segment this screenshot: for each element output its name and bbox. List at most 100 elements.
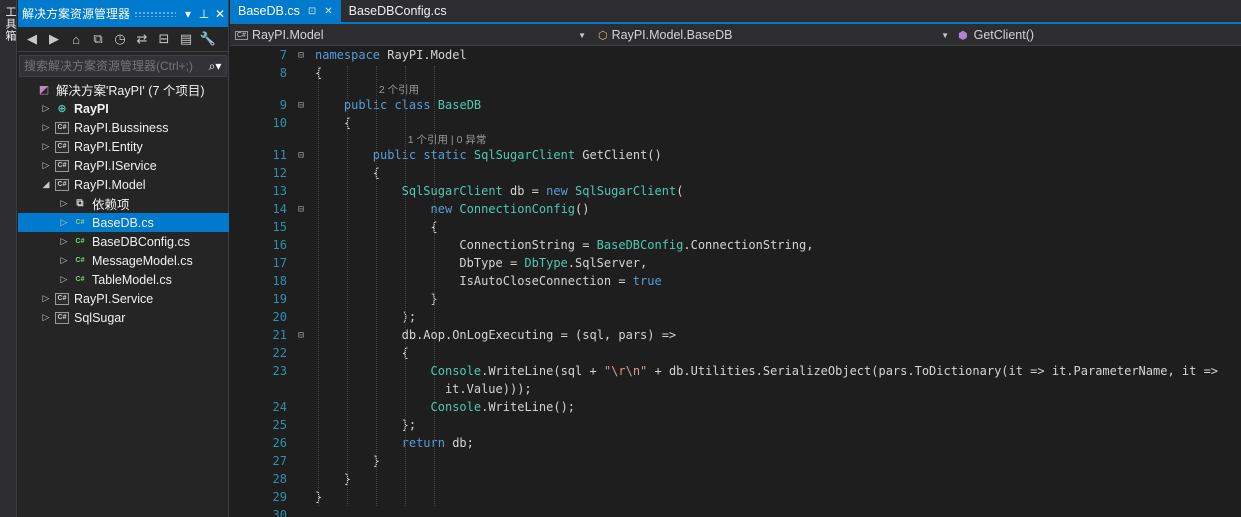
tab-label: BaseDBConfig.cs (348, 4, 447, 18)
line-number: 15 (272, 220, 287, 234)
code-line: 7 ⊟ namespace RayPI.Model (230, 46, 1241, 64)
show-all-files-icon[interactable]: ▤ (176, 31, 196, 47)
code-area[interactable]: 7 ⊟ namespace RayPI.Model 8{2 个引用 9 ⊟ public c… (230, 46, 1241, 517)
solution-search-box[interactable]: ⌕▾ (19, 55, 227, 77)
fold-toggle-icon[interactable]: ⊟ (287, 204, 315, 215)
expand-arrow-icon[interactable]: ▷ (40, 103, 52, 114)
dependencies-icon: ⧉ (76, 198, 84, 209)
csfile-icon: C# (75, 276, 85, 283)
tree-item-label: RayPI (74, 101, 109, 116)
fold-toggle-icon[interactable]: ⊟ (287, 50, 315, 61)
tree-item[interactable]: ◢ C# RayPI.Model (18, 175, 229, 194)
code-line: 14 ⊟ new ConnectionConfig() (230, 200, 1241, 218)
expand-arrow-icon[interactable]: ▷ (58, 255, 70, 266)
fold-toggle-icon[interactable]: ⊟ (287, 150, 315, 161)
type-dropdown[interactable]: ⬡ RayPI.Model.BaseDB ▼ (598, 26, 953, 45)
codelens-references[interactable]: 2 个引用 (379, 82, 419, 97)
solution-explorer-titlebar: 解决方案资源管理器 ▾ ⊥ ✕ (18, 0, 228, 27)
pin-icon[interactable]: ⊥ (196, 7, 212, 21)
tree-item[interactable]: ▷ C# MessageModel.cs (18, 251, 229, 270)
window-position-dropdown-icon[interactable]: ▾ (180, 7, 196, 21)
pin-icon[interactable]: ⊡ (308, 6, 316, 17)
line-number: 24 (272, 400, 287, 414)
code-line: 13 SqlSugarClient db = new SqlSugarClient… (230, 182, 1241, 200)
member-dropdown[interactable]: ⬢ GetClient() (958, 26, 1238, 45)
line-number: 25 (272, 418, 287, 432)
close-icon[interactable]: ✕ (212, 7, 228, 21)
tab-basedb[interactable]: BaseDB.cs ⊡ ✕ (230, 0, 341, 22)
tree-item[interactable]: ▷ C# BaseDBConfig.cs (18, 232, 229, 251)
tree-item[interactable]: ▷ C# RayPI.Entity (18, 137, 229, 156)
csproj-icon: C# (55, 311, 69, 324)
code-line: 30 (230, 506, 1241, 517)
indent-guide (404, 66, 406, 506)
history-icon[interactable]: ◷ (110, 31, 130, 47)
indent-guide (318, 66, 319, 506)
tree-item[interactable]: ▷ C# RayPI.IService (18, 156, 229, 175)
codelens-references[interactable]: 1 个引用 | 0 异常 (408, 132, 487, 147)
expand-arrow-icon[interactable]: ▷ (40, 160, 52, 171)
fold-toggle-icon[interactable]: ⊟ (287, 100, 315, 111)
expand-arrow-icon[interactable]: ▷ (40, 141, 52, 152)
class-icon: ⬡ (598, 29, 608, 42)
tree-item-label: RayPI.Model (74, 177, 146, 192)
code-token: db; (452, 436, 474, 450)
solution-explorer-title: 解决方案资源管理器 (22, 7, 131, 21)
expand-arrow-icon[interactable]: ▷ (40, 122, 52, 133)
indent-guide (375, 66, 377, 506)
tree-item[interactable]: ▷ ⊕ RayPI (18, 99, 229, 118)
code-text: return db; (402, 436, 474, 450)
tree-item-label: 解决方案'RayPI' (7 个项目) (56, 84, 205, 98)
tree-item[interactable]: ▷ C# SqlSugar (18, 308, 229, 327)
tree-item[interactable]: ▷ C# BaseDB.cs (18, 213, 229, 232)
code-line: 18 IsAutoCloseConnection = true (230, 272, 1241, 290)
code-token: GetClient() (575, 148, 662, 162)
expand-arrow-icon[interactable]: ▷ (40, 293, 52, 304)
expand-arrow-icon[interactable]: ▷ (58, 236, 70, 247)
expand-arrow-icon[interactable]: ▷ (40, 312, 52, 323)
tree-item[interactable]: ▷ C# TableModel.cs (18, 270, 229, 289)
type-dropdown-value: RayPI.Model.BaseDB (611, 28, 733, 42)
tree-item[interactable]: ▷ C# RayPI.Bussiness (18, 118, 229, 137)
search-icon[interactable]: ⌕▾ (204, 59, 226, 74)
titlebar-grip[interactable] (134, 10, 176, 17)
properties-icon[interactable]: 🔧 (198, 31, 218, 47)
tree-item[interactable]: ◩ 解决方案'RayPI' (7 个项目) (18, 80, 229, 99)
csproj-icon: C# (55, 159, 69, 172)
code-token: ( (676, 184, 684, 198)
project-dropdown[interactable]: C# RayPI.Model ▼ (235, 26, 590, 45)
fold-toggle-icon[interactable]: ⊟ (287, 330, 315, 341)
expand-arrow-icon[interactable]: ▷ (58, 198, 70, 209)
expand-arrow-icon[interactable]: ▷ (58, 217, 70, 228)
close-tab-icon[interactable]: ✕ (324, 6, 332, 17)
line-number: 21 (272, 328, 287, 342)
code-line: 24 Console.WriteLine(); (230, 398, 1241, 416)
code-text: Console.WriteLine(); (431, 400, 576, 414)
toolbox-strip[interactable]: 工具箱 (0, 0, 17, 517)
solution-search-input[interactable] (20, 59, 204, 73)
code-line: 29} (230, 488, 1241, 506)
line-number: 27 (272, 454, 287, 468)
code-token: new (430, 202, 460, 216)
code-token: return (401, 436, 453, 450)
back-icon[interactable]: ◀ (22, 31, 42, 47)
solution-explorer-toolbar: ◀ ▶ ⌂ ⧉ ◷ ⇄ ⊟ ▤ 🔧 (18, 27, 228, 52)
line-number: 8 (279, 66, 287, 80)
tree-item[interactable]: ▷ C# RayPI.Service (18, 289, 229, 308)
switch-views-icon[interactable]: ⧉ (88, 31, 108, 47)
expanded-arrow-icon[interactable]: ◢ (40, 179, 52, 190)
line-number: 11 (272, 148, 287, 162)
tab-basedbconfig[interactable]: BaseDBConfig.cs (341, 0, 455, 22)
home-icon[interactable]: ⌂ (66, 32, 86, 47)
code-token: DbType (524, 256, 568, 270)
sync-icon[interactable]: ⇄ (132, 31, 152, 47)
codelens-row: 2 个引用 (230, 82, 1241, 96)
collapse-all-icon[interactable]: ⊟ (154, 31, 174, 47)
expand-arrow-icon[interactable]: ▷ (58, 274, 70, 285)
toolbox-label[interactable]: 工具箱 (2, 6, 18, 42)
forward-icon[interactable]: ▶ (44, 31, 64, 47)
line-number: 17 (272, 256, 287, 270)
csharp-project-icon: C# (235, 30, 248, 40)
tree-item[interactable]: ▷ ⧉ 依赖项 (18, 194, 229, 213)
line-number: 13 (272, 184, 287, 198)
